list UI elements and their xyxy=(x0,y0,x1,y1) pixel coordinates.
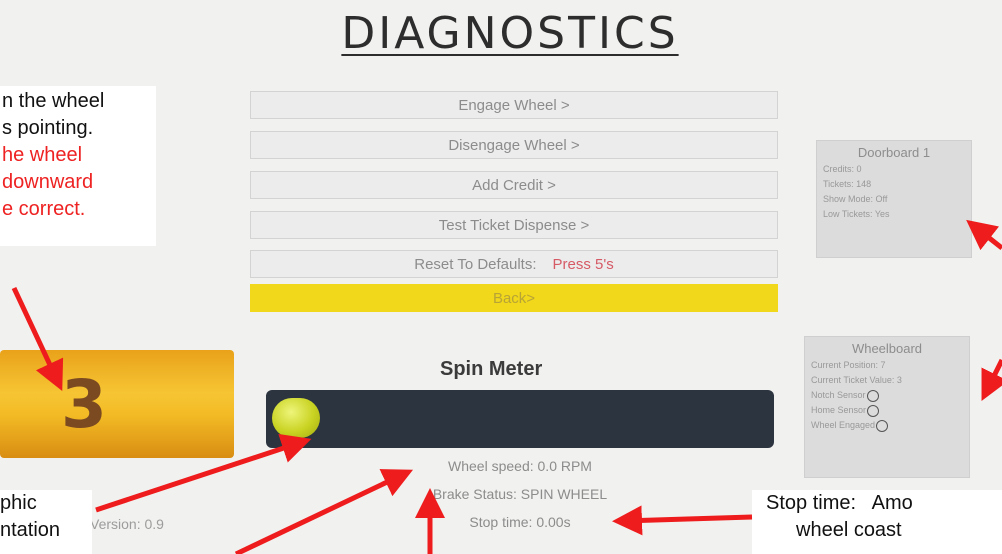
reset-defaults-label: Reset To Defaults: xyxy=(414,255,537,273)
page-title: DIAGNOSTICS xyxy=(341,8,679,59)
wheel-position-number: 3 xyxy=(61,366,107,443)
notch-sensor-indicator-icon xyxy=(866,389,879,402)
version-text: Version: 0.9 xyxy=(90,516,164,532)
annotation-line: s pointing. xyxy=(2,117,94,139)
doorboard-low-tickets: Low Tickets: Yes xyxy=(823,209,890,219)
notch-sensor-row: Notch Sensor xyxy=(811,388,963,403)
wheelboard-title: Wheelboard xyxy=(851,341,923,356)
arrow-to-wheel-speed xyxy=(234,469,414,554)
arrow-to-wheelboard xyxy=(981,358,1002,401)
brake-status-text: Brake Status: SPIN WHEEL xyxy=(432,486,608,502)
wheelboard-current-position: Current Position: 7 xyxy=(811,360,886,370)
wheel-engaged-label: Wheel Engaged xyxy=(811,420,876,430)
spin-meter-label: Spin Meter xyxy=(440,358,543,380)
annotation-line: e correct. xyxy=(2,198,86,220)
annotation-box-top-left: n the wheel s pointing. he wheel downwar… xyxy=(0,86,156,246)
doorboard-title: Doorboard 1 xyxy=(857,145,931,160)
annotation-line: downward xyxy=(2,171,94,193)
annotation-box-bottom-left: phic ntation xyxy=(0,490,92,554)
annotation-line: ntation xyxy=(0,519,61,541)
disengage-wheel-button[interactable]: Disengage Wheel > xyxy=(250,131,778,159)
doorboard-credits: Credits: 0 xyxy=(823,164,862,174)
spin-meter-bar xyxy=(266,390,774,448)
annotation-line: n the wheel xyxy=(2,90,105,112)
test-ticket-dispense-button[interactable]: Test Ticket Dispense > xyxy=(250,211,778,239)
back-button[interactable]: Back> xyxy=(250,284,778,312)
arrow-to-doorboard xyxy=(966,219,1002,251)
doorboard-panel: Doorboard 1 Credits: 0 Tickets: 148 Show… xyxy=(816,140,972,258)
reset-defaults-action: Press 5's xyxy=(552,255,614,273)
annotation-box-bottom-right: Stop time: Amo wheel coast xyxy=(752,490,1002,554)
add-credit-button[interactable]: Add Credit > xyxy=(250,171,778,199)
wheel-engaged-indicator-icon xyxy=(876,419,889,432)
wheelboard-panel: Wheelboard Current Position: 7 Current T… xyxy=(804,336,970,478)
engage-wheel-button[interactable]: Engage Wheel > xyxy=(250,91,778,119)
doorboard-tickets: Tickets: 148 xyxy=(823,179,872,189)
wheelboard-ticket-value: Current Ticket Value: 3 xyxy=(811,375,902,385)
home-sensor-indicator-icon xyxy=(867,404,880,417)
home-sensor-row: Home Sensor xyxy=(811,403,963,418)
spin-meter-knob xyxy=(272,398,320,438)
stop-time-text: Stop time: 0.00s xyxy=(469,514,571,530)
wheel-engaged-row: Wheel Engaged xyxy=(811,418,963,433)
reset-defaults-button[interactable]: Reset To Defaults: Press 5's xyxy=(250,250,778,278)
annotation-line: phic xyxy=(0,492,37,514)
notch-sensor-label: Notch Sensor xyxy=(811,390,866,400)
wheel-speed-text: Wheel speed: 0.0 RPM xyxy=(448,458,592,474)
annotation-line: he wheel xyxy=(2,144,83,166)
wheel-position-graphic: 3 xyxy=(0,350,234,458)
home-sensor-label: Home Sensor xyxy=(811,405,867,415)
annotation-line: Stop time: Amo xyxy=(766,492,913,514)
annotation-line: wheel coast xyxy=(796,519,902,541)
doorboard-show-mode: Show Mode: Off xyxy=(823,194,888,204)
